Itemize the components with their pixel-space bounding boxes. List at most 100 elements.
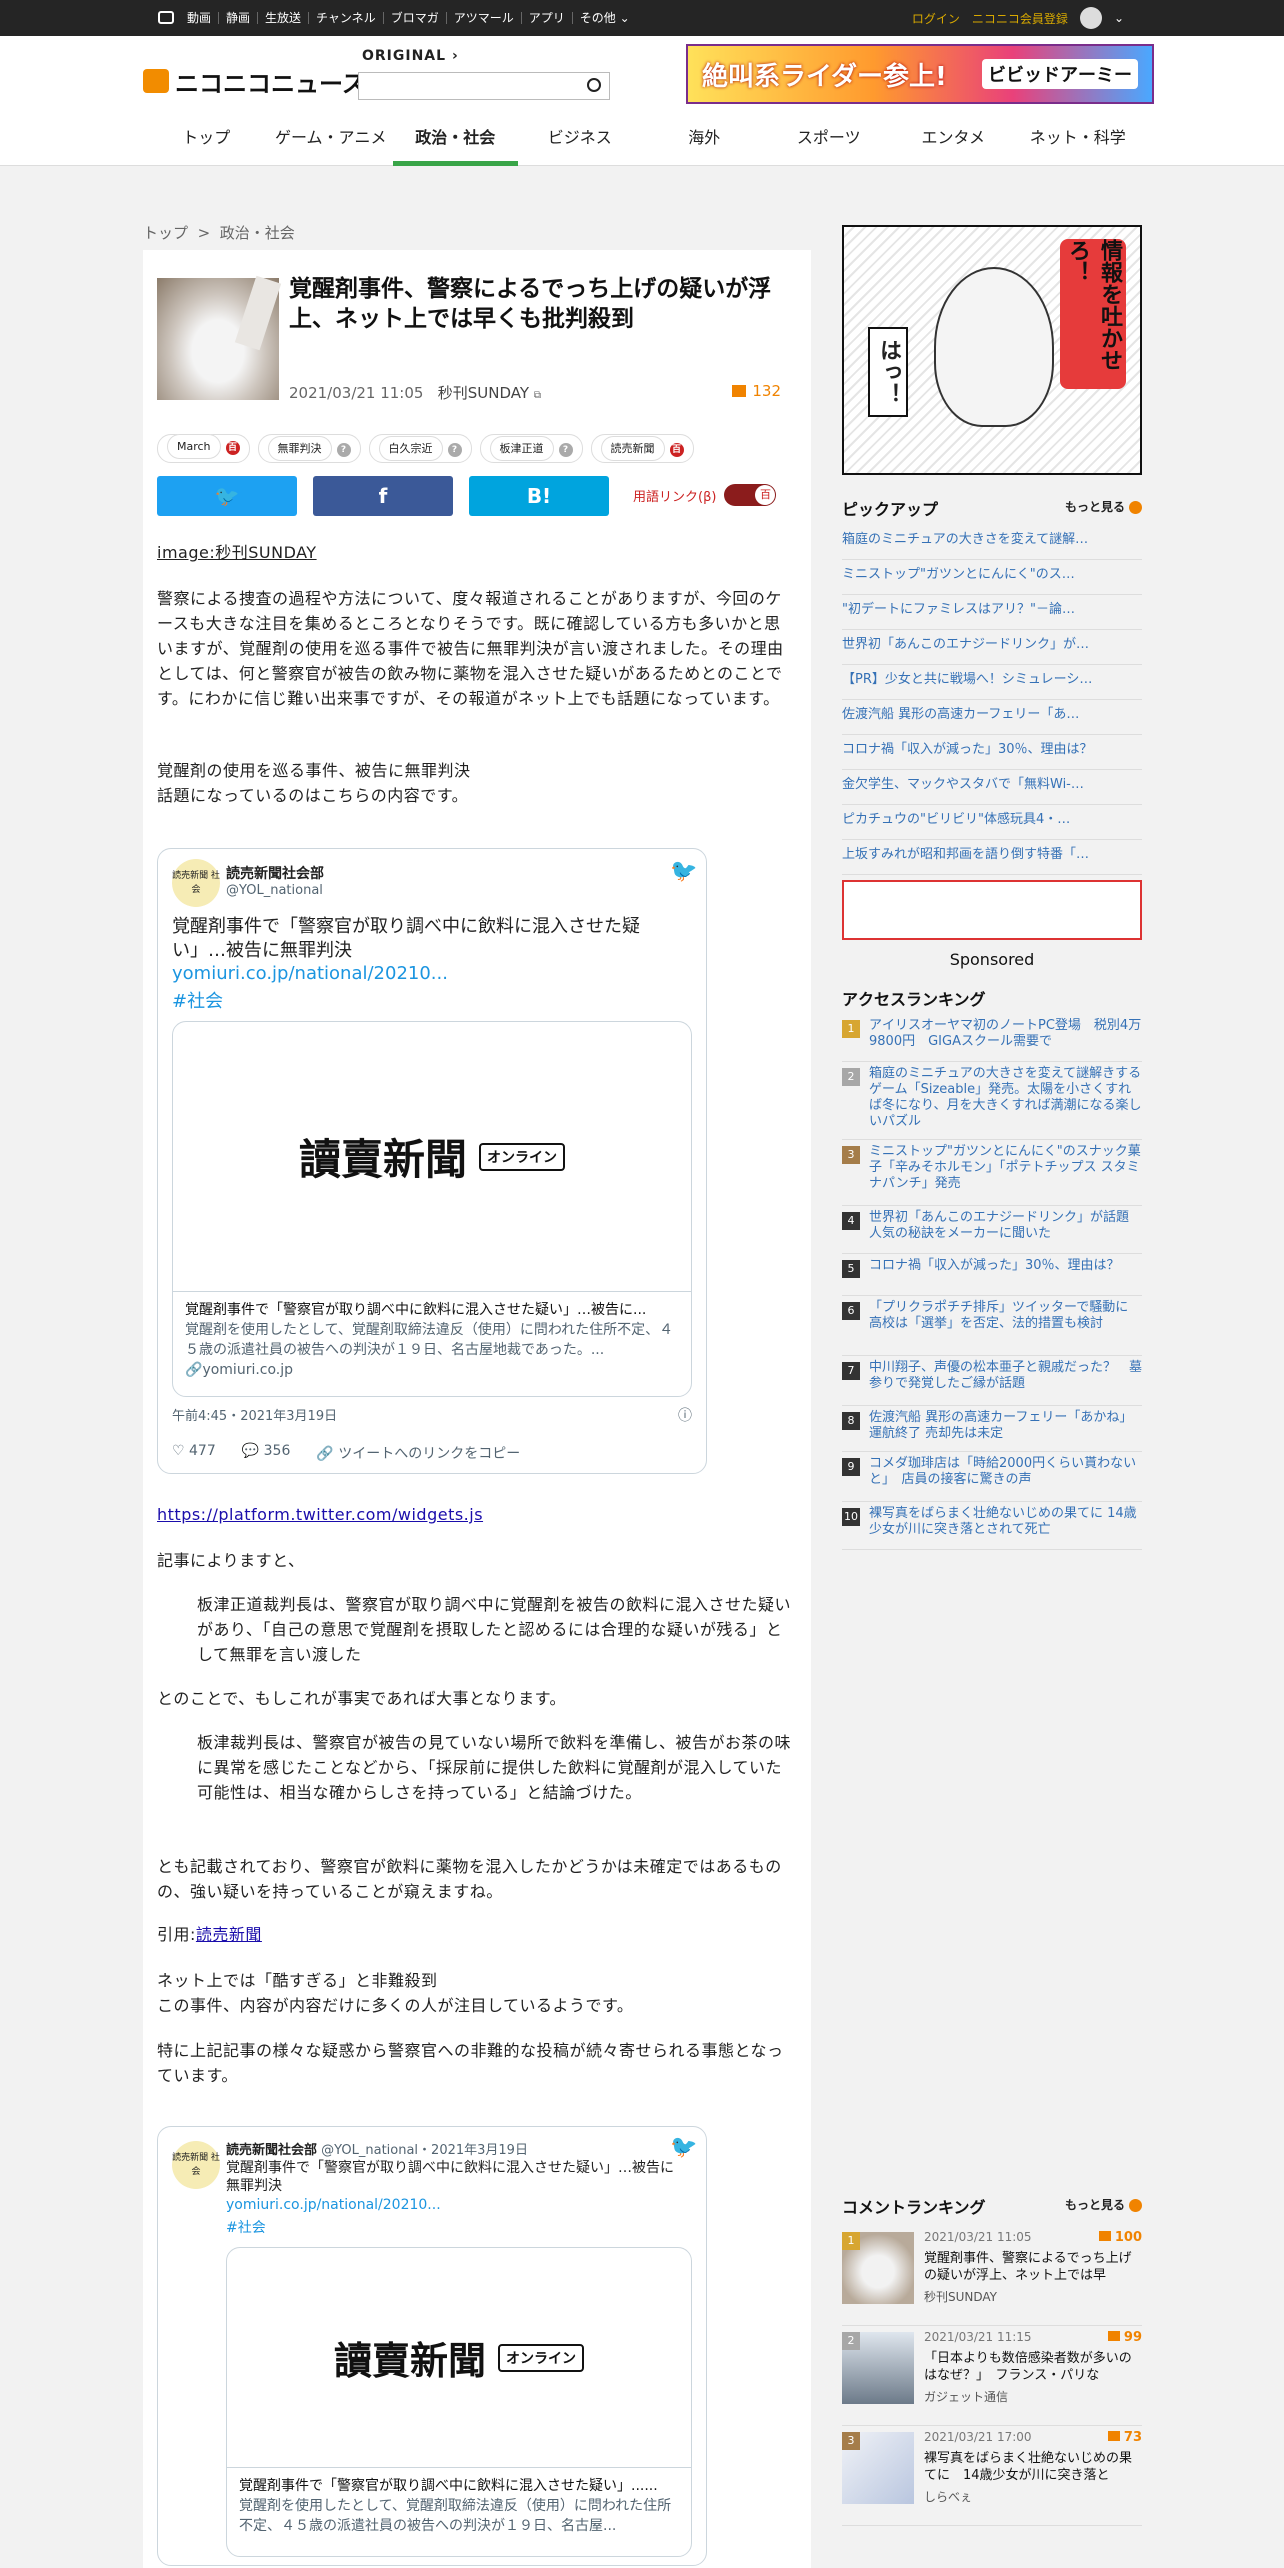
comment-ranking-item[interactable]: 3 2021/03/21 17:00 73 裸写真をばらまく壮絶ないじめの果てに 14… (842, 2426, 1142, 2526)
breadcrumb-current[interactable]: 政治・社会 (220, 224, 295, 242)
tab-net-science[interactable]: ネット・科学 (1016, 118, 1141, 166)
manga-ad[interactable]: 情報を吐かせろ！ はっ！ (842, 225, 1142, 475)
tag-march[interactable]: March 百 (157, 434, 250, 463)
tweet-avatar[interactable]: 読売新聞 社会 (172, 2141, 220, 2189)
rank-number: 6 (842, 1302, 860, 1320)
nav-app[interactable]: アプリ (520, 12, 572, 24)
twitter-bird-icon[interactable]: 🐦 (670, 861, 697, 883)
tweet-link[interactable]: yomiuri.co.jp/national/20210... (172, 963, 448, 984)
tab-overseas[interactable]: 海外 (642, 118, 767, 166)
tweet-hashtag[interactable]: #社会 (172, 987, 223, 1013)
pickup-item[interactable]: 世界初「あんこのエナジードリンク」が… (842, 631, 1142, 665)
pickup-item[interactable]: "初デートにファミレスはアリ？"－論… (842, 596, 1142, 630)
share-hatena-button[interactable]: B! (469, 476, 609, 516)
comment-count[interactable]: 132 (732, 382, 781, 400)
reply-button[interactable]: 💬 356 (242, 1443, 291, 1463)
comment-icon (1098, 2231, 1111, 2241)
widgets-link[interactable]: https://platform.twitter.com/widgets.js (157, 1502, 797, 1527)
dictionary-icon: 百 (225, 441, 240, 455)
ad-banner[interactable]: 絶叫系ライダー参上! ビビッドアーミー (686, 44, 1154, 104)
pickup-item[interactable]: ミニストップ"ガツンとにんにく"のス… (842, 561, 1142, 595)
pickup-item[interactable]: 金欠学生、マックやスタバで「無料Wi-… (842, 771, 1142, 805)
ranking-item[interactable]: 7 中川翔子、声優の松本亜子と親戚だった？ 墓参りで発覚したご縁が話題 (842, 1360, 1142, 1406)
comment-more-link[interactable]: もっと見る (1065, 2196, 1142, 2213)
breadcrumb-home[interactable]: トップ (143, 224, 188, 242)
pickup-item[interactable]: ピカチュウの"ビリビリ"体感玩具4・… (842, 806, 1142, 840)
tweet-avatar[interactable]: 読売新聞 社会 (172, 859, 220, 907)
nav-blomaga[interactable]: ブロマガ (382, 12, 446, 24)
original-link[interactable]: ORIGINAL › (362, 48, 459, 64)
ranking-item[interactable]: 6 「プリクラポチチ排斥」ツイッターで騒動に 高校は「選挙」を否定、法的措置も検討 (842, 1300, 1142, 1356)
share-facebook-button[interactable]: f (313, 476, 453, 516)
ranking-item[interactable]: 3 ミニストップ"ガツンとにんにく"のスナック菓子「辛みそホルモン」「ポテトチップ… (842, 1144, 1142, 1206)
tweet-link-card[interactable]: 讀賣新聞 オンライン 覚醒剤事件で「警察官が取り調べ中に飲料に混入させた疑い」…被… (172, 1021, 692, 1397)
embedded-tweet[interactable]: 読売新聞 社会 読売新聞社会部 @YOL_national・2021年3月19日… (157, 2126, 707, 2566)
ranking-comment-count: 73 (1107, 2430, 1142, 2445)
pickup-item[interactable]: 佐渡汽船 異形の高速カーフェリー「あ… (842, 701, 1142, 735)
nav-atsumaru[interactable]: アツマール (445, 12, 521, 24)
like-button[interactable]: ♡ 477 (172, 1443, 216, 1463)
glossary-toggle[interactable]: 用語リンク(β) (633, 484, 777, 506)
tweet-author-name[interactable]: 読売新聞社会部 (226, 863, 324, 883)
nav-video[interactable]: 動画 (180, 12, 218, 24)
citation-link[interactable]: 読売新聞 (196, 1925, 262, 1944)
access-ranking-header: アクセスランキング (842, 990, 986, 1009)
comment-ranking-item[interactable]: 1 2021/03/21 11:05 100 覚醒剤事件、警察によるでっち上げの疑いが… (842, 2226, 1142, 2326)
tweet-link[interactable]: yomiuri.co.jp/national/20210... (226, 2197, 441, 2213)
tweet-link-card[interactable]: 讀賣新聞 オンライン 覚醒剤事件で「警察官が取り調べ中に飲料に混入させた疑い」..… (226, 2247, 692, 2557)
tag-yomiuri[interactable]: 読売新聞百 (590, 434, 694, 463)
search-input[interactable] (358, 72, 610, 100)
ranking-item[interactable]: 8 佐渡汽船 異形の高速カーフェリー「あかね」運航終了 売却先は未定 (842, 1410, 1142, 1452)
info-icon[interactable]: ⓘ (678, 1405, 692, 1425)
nav-other[interactable]: その他 ⌄ (571, 12, 637, 24)
site-logo[interactable]: ニコニコニュース (143, 64, 366, 98)
toggle-switch[interactable] (724, 484, 777, 506)
tab-politics-society[interactable]: 政治・社会 (393, 118, 518, 166)
ad-slot[interactable] (842, 880, 1142, 940)
tag-muzai[interactable]: 無罪判決? (257, 434, 361, 463)
share-twitter-button[interactable]: 🐦 (157, 476, 297, 516)
help-icon: ? (558, 443, 573, 457)
login-link[interactable]: ログイン (912, 10, 960, 27)
rank-number: 2 (842, 2332, 860, 2350)
tag-shirahisa[interactable]: 白久宗近? (368, 434, 472, 463)
tweet-author-name[interactable]: 読売新聞社会部 (226, 2143, 317, 2158)
ranking-item[interactable]: 5 コロナ禍「収入が減った」30％、理由は？ (842, 1258, 1142, 1296)
pickup-item[interactable]: 箱庭のミニチュアの大きさを変えて謎解… (842, 526, 1142, 560)
twitter-bird-icon[interactable]: 🐦 (670, 2137, 697, 2159)
comment-ranking-item[interactable]: 2 2021/03/21 11:15 99 「日本よりも数倍感染者数が多いのはなぜ？」… (842, 2326, 1142, 2426)
register-link[interactable]: ニコニコ会員登録 (972, 10, 1068, 27)
tab-top[interactable]: トップ (144, 118, 269, 166)
copy-link-button[interactable]: 🔗 ツイートへのリンクをコピー (316, 1443, 520, 1463)
nav-seiga[interactable]: 静画 (218, 12, 257, 24)
ranking-item[interactable]: 2 箱庭のミニチュアの大きさを変えて謎解きするゲーム「Sizeable」発売。太陽… (842, 1066, 1142, 1140)
nav-channel[interactable]: チャンネル (308, 12, 383, 24)
search-icon[interactable] (587, 78, 601, 92)
tab-entertainment[interactable]: エンタメ (891, 118, 1016, 166)
tweet-hashtag[interactable]: #社会 (226, 2217, 266, 2237)
tweet-time[interactable]: 午前4:45・2021年3月19日 (172, 1405, 337, 1424)
tab-game-anime[interactable]: ゲーム・アニメ (269, 118, 394, 166)
pickup-item[interactable]: 【PR】少女と共に戦場へ！シミュレーシ… (842, 666, 1142, 700)
user-avatar[interactable] (1079, 7, 1102, 29)
tag-itazu[interactable]: 板津正道? (479, 434, 583, 463)
niconico-tv-icon[interactable] (158, 11, 174, 24)
pickup-more-link[interactable]: もっと見る (1065, 498, 1142, 515)
nav-live[interactable]: 生放送 (257, 12, 308, 24)
tweet-handle[interactable]: @YOL_national・2021年3月19日 (321, 2143, 528, 2158)
article-source[interactable]: 秒刊SUNDAY (438, 384, 529, 402)
pickup-item[interactable]: コロナ禍「収入が減った」30％、理由は？ (842, 736, 1142, 770)
ranking-item[interactable]: 10 裸写真をばらまく壮絶ないじめの果てに 14歳少女が川に突き落とされて死亡 (842, 1506, 1142, 1550)
ranking-title: コメダ珈琲店は「時給2000円くらい貰わないと」 店員の接客に驚きの声 (869, 1456, 1137, 1487)
ranking-item[interactable]: 1 アイリスオーヤマ初のノートPC登場 税別4万9800円 GIGAスクール需要で (842, 1018, 1142, 1062)
tab-business[interactable]: ビジネス (518, 118, 643, 166)
pickup-item[interactable]: 上坂すみれが昭和邦画を語り倒す特番「… (842, 841, 1142, 875)
tab-sports[interactable]: スポーツ (767, 118, 892, 166)
ranking-item[interactable]: 4 世界初「あんこのエナジードリンク」が話題 人気の秘訣をメーカーに聞いた (842, 1210, 1142, 1254)
chevron-down-icon[interactable]: ⌄ (1114, 11, 1124, 25)
image-credit[interactable]: image:秒刊SUNDAY (157, 540, 797, 565)
citation: 引用:読売新聞 (157, 1925, 262, 1944)
ranking-item[interactable]: 9 コメダ珈琲店は「時給2000円くらい貰わないと」 店員の接客に驚きの声 (842, 1456, 1142, 1502)
tweet-handle[interactable]: @YOL_national (226, 883, 323, 898)
embedded-tweet[interactable]: 読売新聞 社会 読売新聞社会部 @YOL_national 🐦 覚醒剤事件で「警… (157, 848, 707, 1474)
